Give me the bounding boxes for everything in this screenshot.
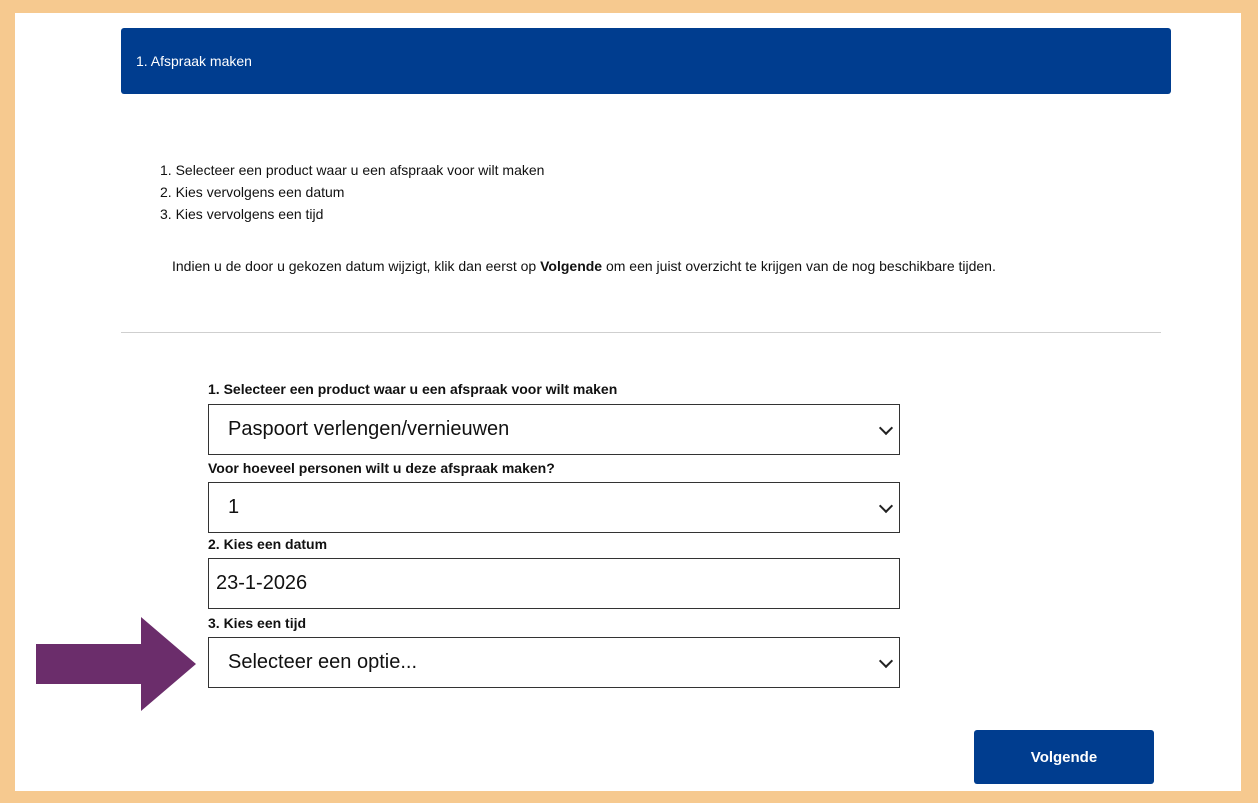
next-button[interactable]: Volgende	[974, 730, 1154, 784]
divider	[121, 332, 1161, 333]
instruction-step: 3. Kies vervolgens een tijd	[160, 206, 324, 222]
product-select-value: Paspoort verlengen/vernieuwen	[228, 418, 510, 440]
info-text-emphasis: Volgende	[540, 258, 603, 274]
next-button-label: Volgende	[1030, 748, 1098, 766]
persons-select[interactable]: 1	[208, 482, 900, 533]
info-text-start: Indien u de door u gekozen datum wijzigt…	[172, 258, 541, 274]
info-text-end: om een juist overzicht te krijgen van de…	[602, 258, 996, 274]
chevron-down-icon	[878, 653, 894, 668]
section-title: 1. Afspraak maken	[136, 53, 252, 69]
instruction-list: 1. Selecteer een product waar u een afsp…	[160, 159, 544, 225]
content-panel: 1. Afspraak maken 1. Selecteer een produ…	[15, 13, 1241, 791]
section-header: 1. Afspraak maken	[121, 28, 1171, 94]
chevron-down-icon	[878, 498, 894, 513]
persons-label: Voor hoeveel personen wilt u deze afspra…	[208, 460, 555, 476]
product-select[interactable]: Paspoort verlengen/vernieuwen	[208, 404, 900, 455]
persons-select-value: 1	[228, 496, 240, 518]
chevron-down-icon	[878, 420, 894, 435]
instruction-step: 2. Kies vervolgens een datum	[160, 184, 345, 200]
info-text: Indien u de door u gekozen datum wijzigt…	[172, 254, 1012, 279]
time-select-value: Selecteer een optie...	[228, 651, 418, 673]
time-label: 3. Kies een tijd	[208, 615, 307, 631]
time-select[interactable]: Selecteer een optie...	[208, 637, 900, 688]
date-input-value: 23-1-2026	[216, 572, 308, 594]
date-label: 2. Kies een datum	[208, 536, 328, 552]
arrow-right-icon	[36, 617, 196, 711]
date-input[interactable]: 23-1-2026	[208, 558, 900, 609]
product-label: 1. Selecteer een product waar u een afsp…	[208, 381, 618, 397]
instruction-step: 1. Selecteer een product waar u een afsp…	[160, 162, 545, 178]
